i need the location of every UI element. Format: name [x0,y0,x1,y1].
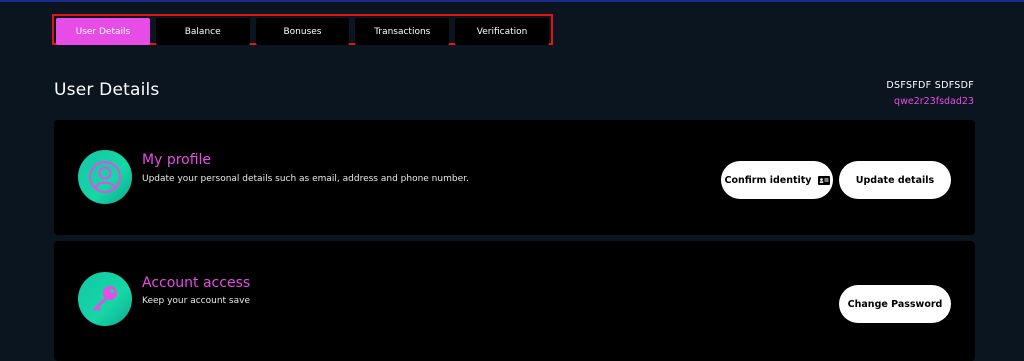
tab-transactions[interactable]: Transactions [355,18,450,45]
tab-balance[interactable]: Balance [155,18,250,45]
user-id: qwe2r23fsdad23 [894,96,974,107]
profile-card: My profile Update your personal details … [54,120,975,235]
tab-bar: User Details Balance Bonuses Transaction… [52,14,553,45]
key-icon [78,272,132,326]
account-access-description: Keep your account save [142,296,250,306]
profile-card-title: My profile [142,152,212,168]
id-card-icon [817,175,830,185]
change-password-button[interactable]: Change Password [839,285,951,323]
user-profile-icon [78,150,132,204]
user-name: DSFSFDF SDFSDF [886,80,974,91]
top-accent-line [0,0,1024,2]
tab-bonuses[interactable]: Bonuses [255,18,350,45]
tab-verification[interactable]: Verification [455,18,549,45]
confirm-identity-button[interactable]: Confirm identity [721,161,833,199]
update-details-button[interactable]: Update details [839,161,951,199]
confirm-identity-label: Confirm identity [724,174,812,186]
tab-user-details[interactable]: User Details [56,18,150,45]
page-title: User Details [54,80,160,100]
profile-card-description: Update your personal details such as ema… [142,174,469,184]
account-access-card: Account access Keep your account save Ch… [54,241,975,361]
account-access-title: Account access [142,275,251,291]
